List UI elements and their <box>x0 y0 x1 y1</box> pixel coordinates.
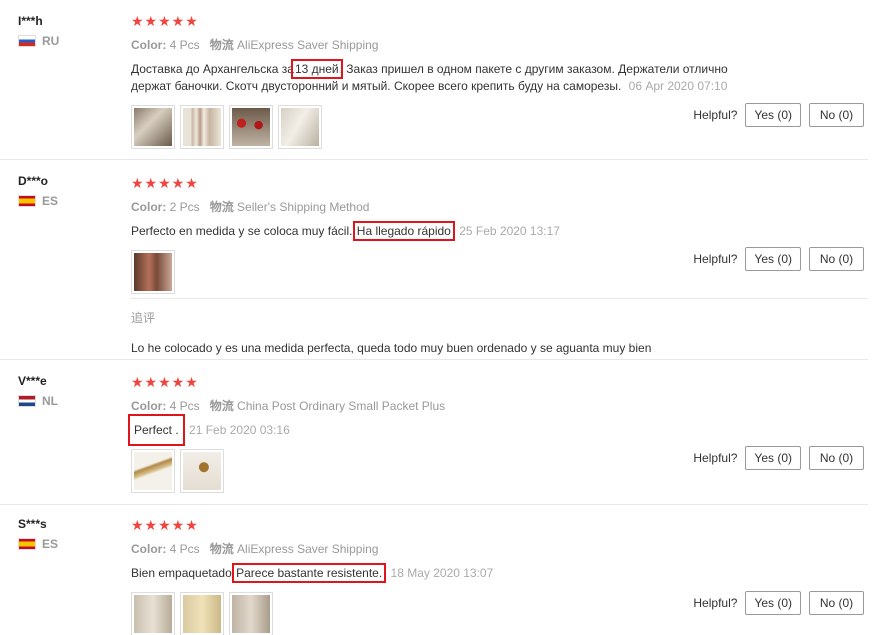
helpful-controls: Helpful? Yes (0) No (0) <box>693 247 864 271</box>
reviewer-info: D***o ES <box>18 174 58 208</box>
helpful-yes-button[interactable]: Yes (0) <box>745 247 801 271</box>
review-item: S***s ES ★★★★★ Color: 4 Pcs 物流 AliExpress… <box>0 505 868 635</box>
highlight-box: Ha llegado rápido <box>352 221 455 241</box>
review-text: Доставка до Архангельска за13 дней. Зака… <box>131 59 728 93</box>
review-text: Bien empaquetado.Parece bastante resiste… <box>131 563 494 583</box>
reviewer-info: V***e NL <box>18 374 58 408</box>
reviewer-name: I***h <box>18 14 43 28</box>
helpful-controls: Helpful? Yes (0) No (0) <box>693 103 864 127</box>
highlight-box: Parece bastante resistente. <box>232 563 387 583</box>
review-photo-thumb[interactable] <box>180 449 224 493</box>
country-code: ES <box>42 537 59 551</box>
reviewer-name: V***e <box>18 374 47 388</box>
review-photo-thumb[interactable] <box>131 592 175 635</box>
helpful-no-button[interactable]: No (0) <box>809 103 864 127</box>
followup-text: Lo he colocado y es una medida perfecta,… <box>131 341 652 355</box>
country-code: NL <box>42 394 58 408</box>
reviewer-info: I***h RU <box>18 14 59 48</box>
reviewer-country: NL <box>18 394 58 408</box>
review-meta: Color: 4 Pcs 物流 AliExpress Saver Shipping <box>131 542 379 556</box>
reviewer-country: ES <box>18 537 58 551</box>
review-photo-thumb[interactable] <box>131 250 175 294</box>
followup-title: 追评 <box>131 311 156 325</box>
review-meta: Color: 4 Pcs 物流 China Post Ordinary Small… <box>131 399 446 413</box>
review-content: ★★★★★ Color: 2 Pcs 物流 Seller's Shipping M… <box>131 176 868 294</box>
country-code: ES <box>42 194 59 208</box>
review-text: Perfecto en medida y se coloca muy fácil… <box>131 221 560 241</box>
review-photo-thumb[interactable] <box>131 449 175 493</box>
review-photo-thumb[interactable] <box>229 105 273 149</box>
review-meta: Color: 2 Pcs 物流 Seller's Shipping Method <box>131 200 370 214</box>
review-photo-thumb[interactable] <box>131 105 175 149</box>
highlight-box: Perfect . <box>128 414 185 446</box>
helpful-label: Helpful? <box>693 108 738 122</box>
country-code: RU <box>42 34 60 48</box>
helpful-controls: Helpful? Yes (0) No (0) <box>693 446 864 470</box>
star-rating: ★★★★★ <box>131 13 199 29</box>
review-photo-thumb[interactable] <box>180 592 224 635</box>
highlight-box: 13 дней <box>290 59 343 79</box>
helpful-yes-button[interactable]: Yes (0) <box>745 446 801 470</box>
review-photo-thumb[interactable] <box>229 592 273 635</box>
review-item: D***o ES ★★★★★ Color: 2 Pcs 物流 Seller's S… <box>0 160 868 360</box>
reviewer-name: S***s <box>18 517 47 531</box>
review-date: 21 Feb 2020 03:16 <box>189 423 290 437</box>
flag-es-icon <box>18 195 36 207</box>
helpful-no-button[interactable]: No (0) <box>809 591 864 615</box>
star-rating: ★★★★★ <box>131 517 199 533</box>
followup-review: 追评 Lo he colocado y es una medida perfec… <box>131 298 868 357</box>
helpful-label: Helpful? <box>693 596 738 610</box>
review-text: Perfect . 21 Feb 2020 03:16 <box>128 414 771 446</box>
helpful-yes-button[interactable]: Yes (0) <box>745 103 801 127</box>
review-content: ★★★★★ Color: 4 Pcs 物流 AliExpress Saver Sh… <box>131 518 868 635</box>
helpful-no-button[interactable]: No (0) <box>809 446 864 470</box>
review-photo-thumb[interactable] <box>278 105 322 149</box>
star-rating: ★★★★★ <box>131 175 199 191</box>
review-meta: Color: 4 Pcs 物流 AliExpress Saver Shipping <box>131 38 379 52</box>
helpful-label: Helpful? <box>693 252 738 266</box>
star-rating: ★★★★★ <box>131 374 199 390</box>
helpful-no-button[interactable]: No (0) <box>809 247 864 271</box>
reviewer-country: RU <box>18 34 59 48</box>
helpful-controls: Helpful? Yes (0) No (0) <box>693 591 864 615</box>
review-content: ★★★★★ Color: 4 Pcs 物流 AliExpress Saver Sh… <box>131 14 868 149</box>
helpful-label: Helpful? <box>693 451 738 465</box>
flag-es-icon <box>18 538 36 550</box>
review-content: ★★★★★ Color: 4 Pcs 物流 China Post Ordinary… <box>128 374 868 493</box>
reviewer-name: D***o <box>18 174 49 188</box>
review-date: 25 Feb 2020 13:17 <box>459 224 560 238</box>
review-item: V***e NL ★★★★★ Color: 4 Pcs 物流 China Post… <box>0 360 868 505</box>
reviewer-info: S***s ES <box>18 517 58 551</box>
reviewer-country: ES <box>18 194 58 208</box>
flag-nl-icon <box>18 395 36 407</box>
helpful-yes-button[interactable]: Yes (0) <box>745 591 801 615</box>
review-date: 18 May 2020 13:07 <box>390 566 494 580</box>
flag-ru-icon <box>18 35 36 47</box>
review-photo-thumb[interactable] <box>180 105 224 149</box>
review-date: 06 Apr 2020 07:10 <box>628 79 728 93</box>
review-item: I***h RU ★★★★★ Color: 4 Pcs 物流 AliExpress… <box>0 0 868 160</box>
